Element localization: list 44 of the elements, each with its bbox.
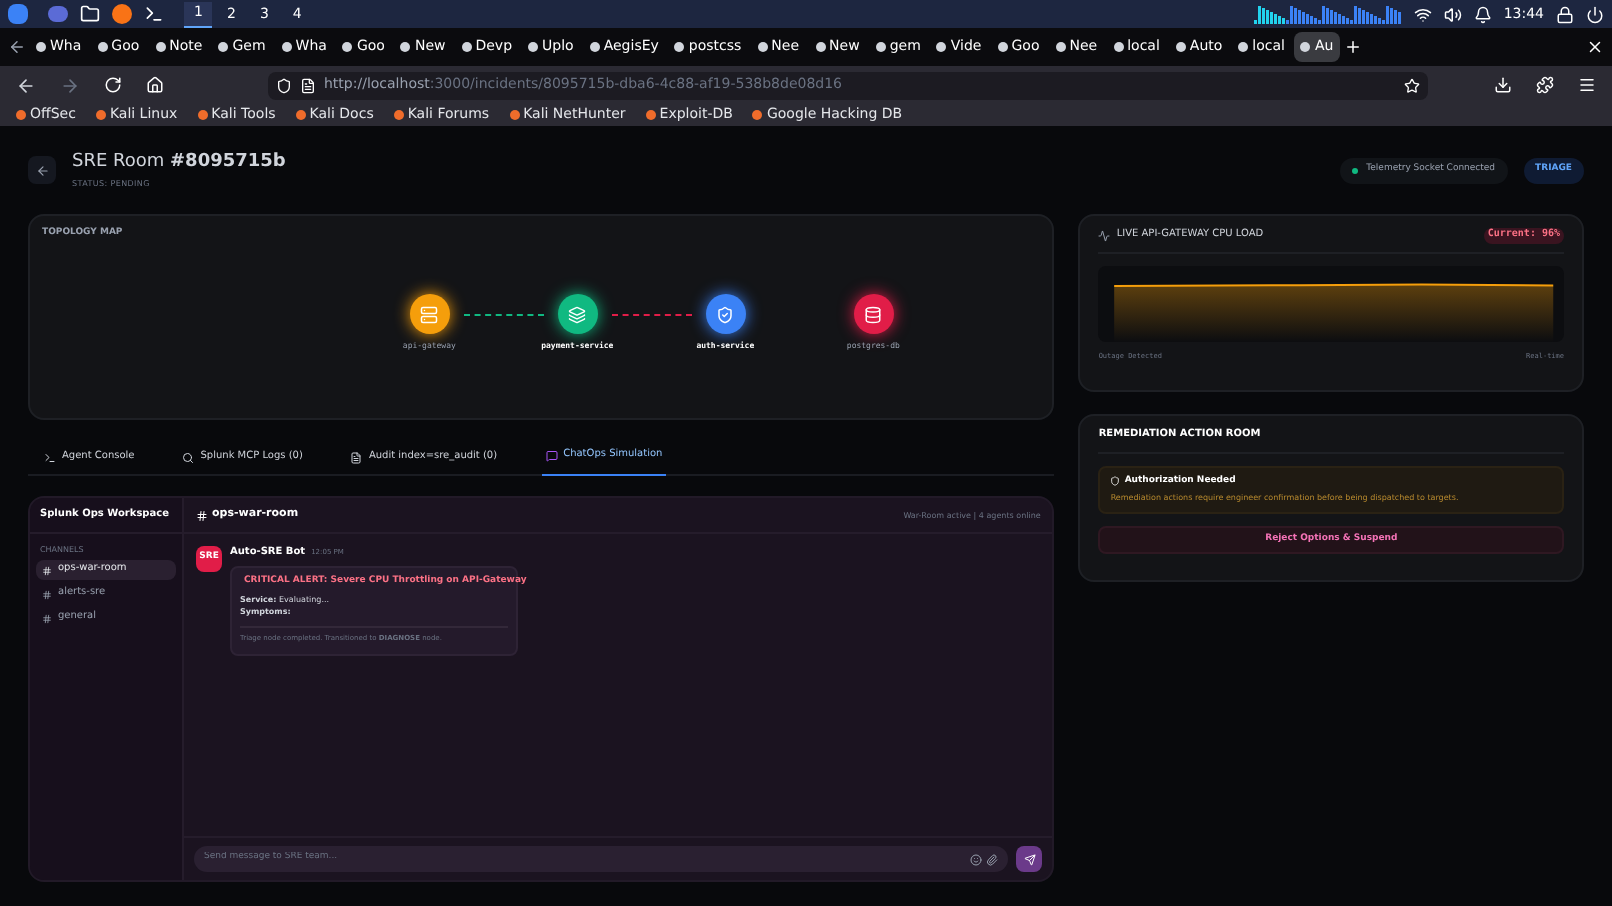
search-icon (182, 451, 195, 463)
back-arrow-icon (35, 163, 49, 177)
home-icon[interactable] (146, 76, 164, 94)
extensions-icon[interactable] (1536, 76, 1554, 94)
service-node[interactable] (705, 294, 746, 335)
star-icon[interactable] (1404, 77, 1420, 93)
hash-icon (42, 589, 52, 599)
send-button[interactable] (1016, 846, 1043, 872)
tab-scroll-icon[interactable] (8, 38, 26, 56)
pulse-icon (1098, 229, 1111, 242)
service-node[interactable] (853, 294, 894, 335)
hash-icon (42, 565, 52, 575)
terminal-icon[interactable] (144, 4, 164, 24)
close-icon[interactable] (1586, 38, 1604, 56)
hash-icon (196, 509, 208, 521)
service-node[interactable] (557, 294, 598, 335)
back-button[interactable] (28, 156, 56, 184)
hash-icon (42, 613, 52, 623)
forward-icon[interactable] (60, 75, 80, 95)
emoji-icon[interactable] (970, 853, 983, 865)
volume-icon[interactable] (1443, 5, 1462, 23)
send-icon (1023, 853, 1036, 865)
service-node[interactable] (409, 294, 450, 335)
shield-icon (716, 305, 735, 324)
server-icon (420, 305, 439, 324)
document-icon (350, 451, 363, 463)
chat-icon (545, 450, 558, 462)
bell-icon[interactable] (1473, 5, 1492, 23)
reload-icon[interactable] (104, 76, 122, 94)
shield-icon (1110, 476, 1121, 487)
back-icon[interactable] (16, 75, 36, 95)
download-icon[interactable] (1494, 76, 1512, 94)
shield-icon (276, 77, 292, 93)
power-icon[interactable] (1586, 5, 1604, 23)
layers-icon (568, 305, 587, 324)
page-icon (300, 77, 316, 93)
wifi-icon[interactable] (1413, 5, 1432, 23)
new-tab-icon[interactable] (1343, 38, 1362, 56)
room-title: SRE Room #8095715b (72, 150, 286, 177)
lock-icon[interactable] (1556, 5, 1574, 23)
folder-icon[interactable] (80, 4, 100, 24)
attach-icon[interactable] (986, 853, 999, 865)
database-icon (864, 305, 883, 324)
terminal-icon (44, 451, 56, 463)
